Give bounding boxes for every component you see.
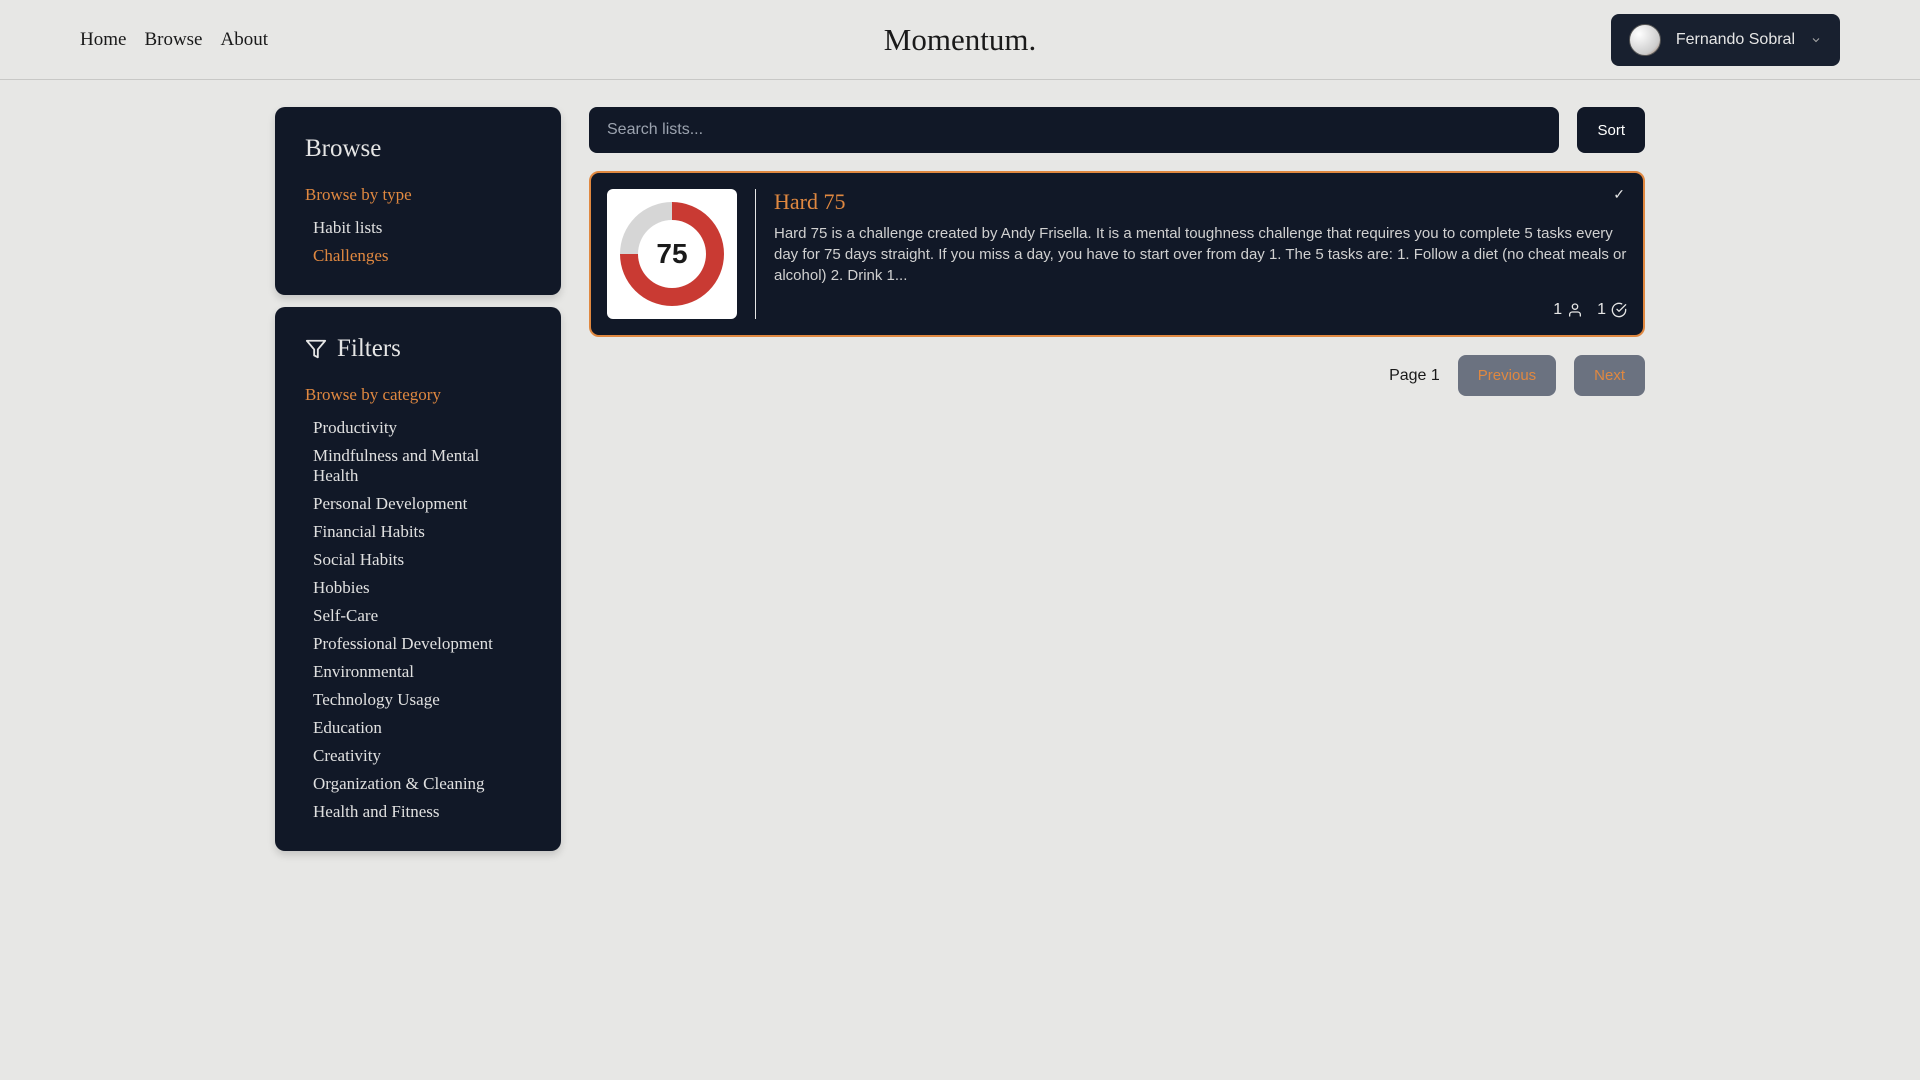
filters-card: Filters Browse by category Productivity … (275, 307, 561, 851)
divider (755, 189, 756, 319)
category-technology[interactable]: Technology Usage (305, 689, 531, 711)
avatar (1629, 24, 1661, 56)
browse-title: Browse (305, 135, 531, 163)
search-input[interactable] (589, 107, 1559, 153)
check-circle-icon (1611, 302, 1627, 318)
challenge-image: 75 (607, 189, 737, 319)
category-creativity[interactable]: Creativity (305, 745, 531, 767)
browse-card: Browse Browse by type Habit lists Challe… (275, 107, 561, 295)
category-productivity[interactable]: Productivity (305, 417, 531, 439)
category-personal-dev[interactable]: Personal Development (305, 493, 531, 515)
challenge-card[interactable]: ✓ 75 Hard 75 Hard 75 is a challenge crea… (589, 171, 1645, 337)
previous-button[interactable]: Previous (1458, 355, 1556, 396)
category-self-care[interactable]: Self-Care (305, 605, 531, 627)
category-hobbies[interactable]: Hobbies (305, 577, 531, 599)
filters-title: Filters (337, 335, 401, 363)
page-label: Page 1 (1389, 367, 1440, 385)
category-mindfulness[interactable]: Mindfulness and Mental Health (305, 445, 531, 487)
browse-by-type-label: Browse by type (305, 185, 531, 205)
challenge-title: Hard 75 (774, 189, 1627, 215)
completed-count: 1 (1597, 301, 1606, 319)
category-education[interactable]: Education (305, 717, 531, 739)
app-logo[interactable]: Momentum. (884, 22, 1036, 58)
chevron-down-icon (1810, 34, 1822, 46)
challenge-badge-number: 75 (638, 220, 706, 288)
user-name-label: Fernando Sobral (1676, 31, 1795, 49)
type-challenges[interactable]: Challenges (305, 245, 531, 267)
sort-button[interactable]: Sort (1577, 107, 1645, 153)
nav-about[interactable]: About (221, 29, 269, 51)
check-icon: ✓ (1613, 187, 1625, 204)
user-menu[interactable]: Fernando Sobral (1611, 14, 1840, 66)
category-financial[interactable]: Financial Habits (305, 521, 531, 543)
type-habit-lists[interactable]: Habit lists (305, 217, 531, 239)
category-environmental[interactable]: Environmental (305, 661, 531, 683)
users-count: 1 (1553, 301, 1562, 319)
filter-icon (305, 338, 327, 360)
category-social[interactable]: Social Habits (305, 549, 531, 571)
browse-by-category-label: Browse by category (305, 385, 531, 405)
challenge-description: Hard 75 is a challenge created by Andy F… (774, 223, 1627, 286)
nav-home[interactable]: Home (80, 29, 126, 51)
user-icon (1567, 302, 1583, 318)
category-organization[interactable]: Organization & Cleaning (305, 773, 531, 795)
next-button[interactable]: Next (1574, 355, 1645, 396)
nav-browse[interactable]: Browse (144, 29, 202, 51)
category-professional-dev[interactable]: Professional Development (305, 633, 531, 655)
category-health-fitness[interactable]: Health and Fitness (305, 801, 531, 823)
